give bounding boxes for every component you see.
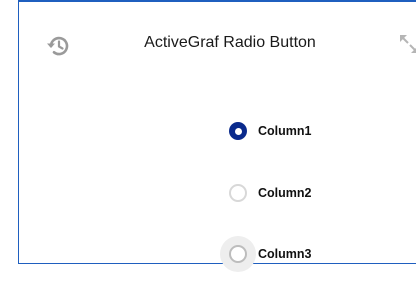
- radio-control-hovered[interactable]: [220, 236, 256, 272]
- radio-label-column2: Column2: [258, 186, 312, 200]
- radio-option-column1[interactable]: Column1: [220, 116, 311, 146]
- radio-unchecked-indicator: [229, 245, 247, 263]
- radio-unchecked-indicator: [229, 184, 247, 202]
- radio-option-column2[interactable]: Column2: [220, 178, 311, 208]
- panel-top-border: [18, 0, 416, 2]
- radio-dot: [234, 127, 242, 135]
- radio-control[interactable]: [220, 175, 256, 211]
- widget-title: ActiveGraf Radio Button: [144, 34, 316, 51]
- radio-label-column1: Column1: [258, 124, 312, 138]
- expand-icon[interactable]: [398, 33, 416, 55]
- radio-label-column3: Column3: [258, 247, 312, 261]
- radio-control[interactable]: [220, 113, 256, 149]
- radio-checked-indicator: [229, 122, 247, 140]
- radio-option-column3[interactable]: Column3: [220, 236, 312, 272]
- history-icon[interactable]: [44, 32, 72, 60]
- canvas: ActiveGraf Radio Button Column1 Column2 …: [0, 0, 416, 294]
